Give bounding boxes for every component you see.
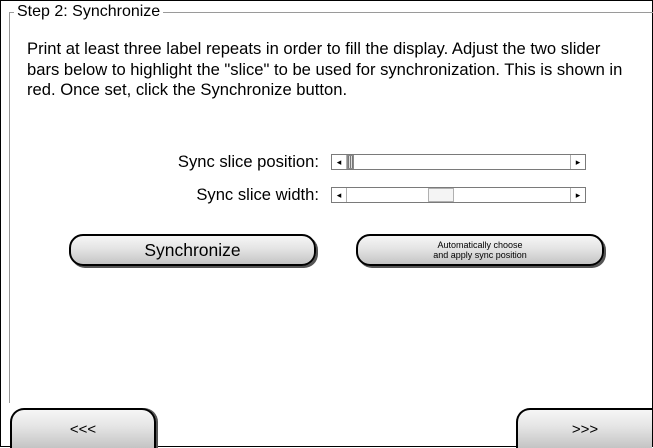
auto-sync-label-line2: and apply sync position — [433, 250, 527, 260]
sync-slice-width-slider[interactable]: ◂ ▸ — [331, 187, 586, 203]
sync-slice-width-label: Sync slice width: — [196, 185, 319, 204]
previous-button[interactable]: <<< — [10, 408, 156, 448]
auto-sync-label-line1: Automatically choose — [437, 240, 523, 250]
sync-slice-position-label: Sync slice position: — [177, 152, 319, 171]
slider-thumb[interactable] — [347, 155, 354, 169]
instructions-text: Print at least three label repeats in or… — [27, 39, 623, 99]
step-title: Step 2: Synchronize — [14, 3, 164, 21]
slider-thumb[interactable] — [428, 188, 454, 202]
sync-slice-position-slider[interactable]: ◂ ▸ — [331, 154, 586, 170]
scroll-right-arrow-icon[interactable]: ▸ — [570, 188, 585, 202]
auto-sync-button[interactable]: Automatically choose and apply sync posi… — [356, 234, 604, 266]
scroll-right-arrow-icon[interactable]: ▸ — [570, 155, 585, 169]
synchronize-button[interactable]: Synchronize — [69, 234, 316, 266]
scroll-left-arrow-icon[interactable]: ◂ — [332, 155, 347, 169]
wizard-window: Step 2: Synchronize Print at least three… — [0, 0, 653, 448]
next-button[interactable]: >>> — [516, 408, 652, 448]
scroll-left-arrow-icon[interactable]: ◂ — [332, 188, 347, 202]
